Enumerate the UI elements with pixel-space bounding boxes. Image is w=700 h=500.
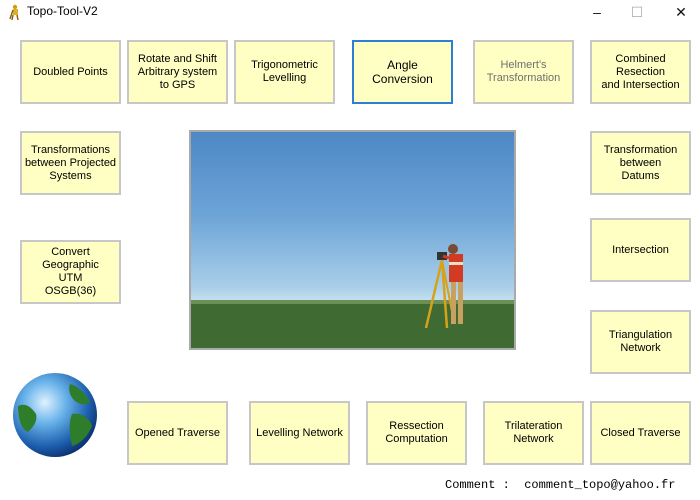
triangulation-network-button[interactable]: Triangulation Network <box>590 310 691 374</box>
window-title: Topo-Tool-V2 <box>27 4 98 18</box>
intersection-button[interactable]: Intersection <box>590 218 691 282</box>
doubled-points-button[interactable]: Doubled Points <box>20 40 121 104</box>
rotate-shift-gps-button[interactable]: Rotate and Shift Arbitrary system to GPS <box>127 40 228 104</box>
close-button[interactable]: ✕ <box>658 0 700 24</box>
combined-resection-intersection-button[interactable]: Combined Resection and Intersection <box>590 40 691 104</box>
closed-traverse-button[interactable]: Closed Traverse <box>590 401 691 465</box>
trilateration-network-button[interactable]: Trilateration Network <box>483 401 584 465</box>
globe-icon <box>13 373 97 457</box>
maximize-button[interactable]: ☐ <box>614 0 660 24</box>
ressection-computation-button[interactable]: Ressection Computation <box>366 401 467 465</box>
transformations-projected-systems-button[interactable]: Transformations between Projected System… <box>20 131 121 195</box>
helmert-transformation-button[interactable]: Helmert's Transformation <box>473 40 574 104</box>
opened-traverse-button[interactable]: Opened Traverse <box>127 401 228 465</box>
title-bar: Topo-Tool-V2 – ☐ ✕ <box>0 0 700 24</box>
trigonometric-levelling-button[interactable]: Trigonometric Levelling <box>234 40 335 104</box>
convert-geographic-button[interactable]: Convert Geographic UTM OSGB(36) <box>20 240 121 304</box>
levelling-network-button[interactable]: Levelling Network <box>249 401 350 465</box>
angle-conversion-button[interactable]: Angle Conversion <box>352 40 453 104</box>
transformation-datums-button[interactable]: Transformation between Datums <box>590 131 691 195</box>
surveyor-photo <box>189 130 516 350</box>
surveyor-app-icon <box>9 4 19 20</box>
contact-comment: Comment : comment_topo@yahoo.fr <box>445 478 676 492</box>
surveyor-illustration <box>191 244 514 348</box>
